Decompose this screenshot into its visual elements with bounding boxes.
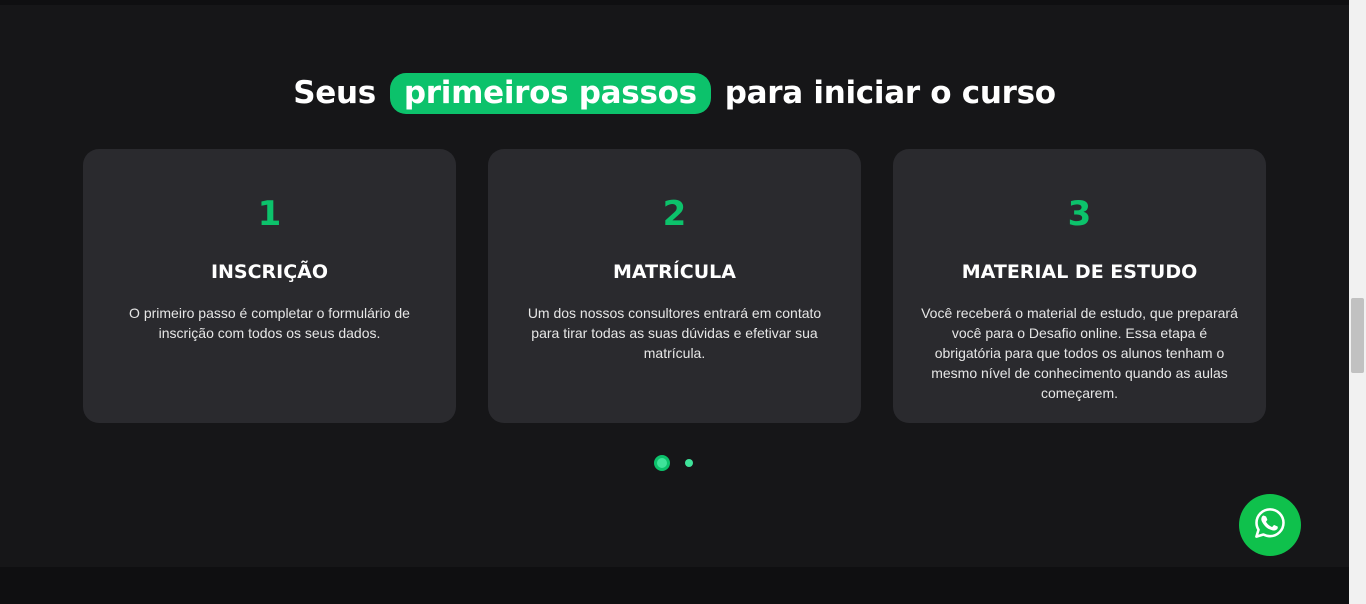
step-title: INSCRIÇÃO bbox=[210, 261, 329, 283]
heading-text-before: Seus bbox=[293, 75, 376, 111]
heading-text-after: para iniciar o curso bbox=[724, 75, 1056, 111]
carousel-dot-2[interactable] bbox=[685, 459, 693, 467]
whatsapp-button[interactable] bbox=[1239, 494, 1301, 556]
page-scrollbar[interactable] bbox=[1349, 0, 1366, 604]
step-number: 3 bbox=[1067, 194, 1092, 234]
step-number: 1 bbox=[257, 194, 282, 234]
top-divider bbox=[0, 0, 1349, 5]
section-heading: Seus primeiros passos para iniciar o cur… bbox=[0, 71, 1349, 115]
heading-highlight: primeiros passos bbox=[389, 72, 711, 114]
step-description: Você receberá o material de estudo, que … bbox=[921, 305, 1238, 401]
carousel-dot-1-active[interactable] bbox=[654, 455, 670, 471]
step-card-2: 2 MATRÍCULA Um dos nossos consultores en… bbox=[488, 149, 861, 423]
whatsapp-icon bbox=[1253, 506, 1287, 545]
next-section bbox=[0, 567, 1349, 604]
carousel-pagination bbox=[654, 455, 693, 471]
step-card-1: 1 INSCRIÇÃO O primeiro passo é completar… bbox=[83, 149, 456, 423]
step-title: MATERIAL DE ESTUDO bbox=[961, 261, 1198, 283]
step-description: Um dos nossos consultores entrará em con… bbox=[527, 305, 822, 361]
step-title: MATRÍCULA bbox=[613, 261, 736, 283]
step-number: 2 bbox=[662, 194, 687, 234]
scrollbar-thumb[interactable] bbox=[1351, 298, 1364, 373]
step-description: O primeiro passo é completar o formulári… bbox=[129, 305, 410, 341]
step-card-3: 3 MATERIAL DE ESTUDO Você receberá o mat… bbox=[893, 149, 1266, 423]
